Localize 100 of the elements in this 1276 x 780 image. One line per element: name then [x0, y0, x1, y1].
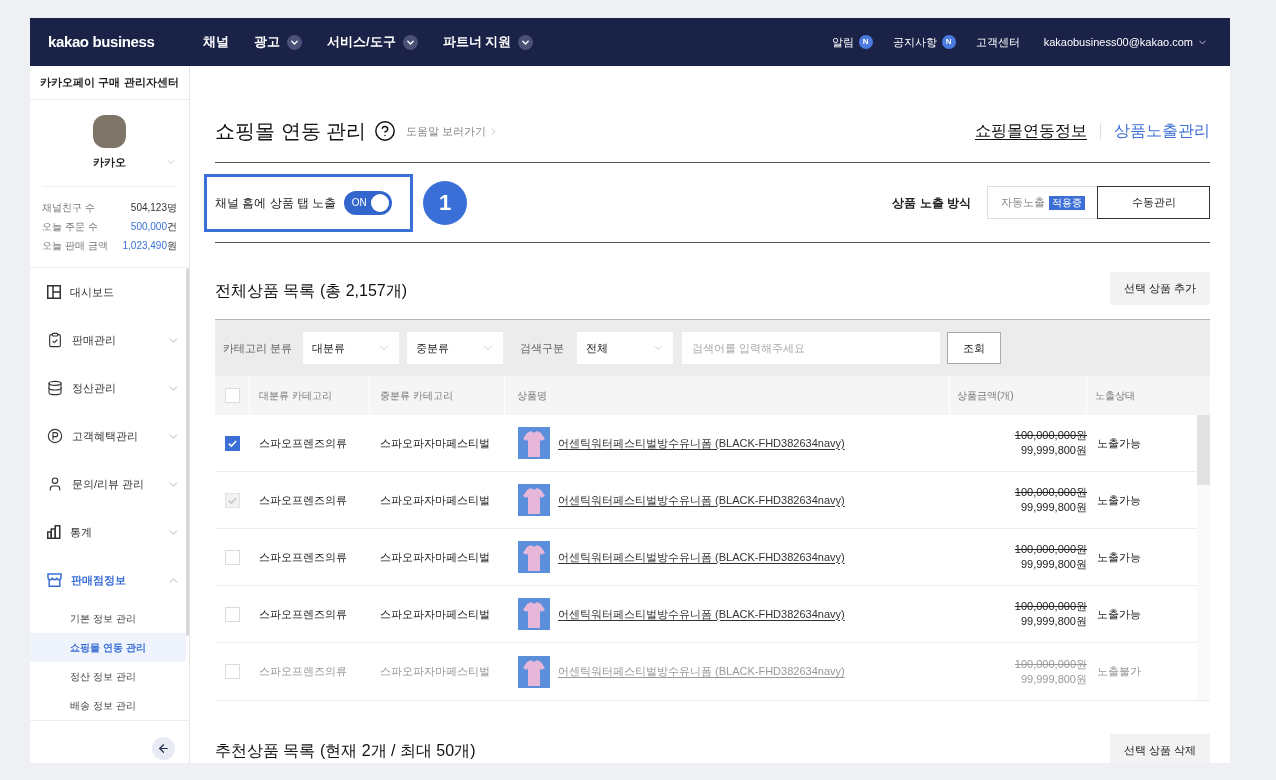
table-cell-text: 스파오프렌즈의류	[258, 492, 348, 508]
filter-label: 카테고리 분류	[223, 340, 294, 356]
column-header: 노출상태	[1095, 389, 1135, 403]
clipboard-check-icon	[47, 332, 63, 348]
search-button[interactable]: 조회	[947, 332, 1001, 364]
sidebar-menu-item[interactable]: 판매점정보	[30, 556, 186, 604]
sidebar-menu-item[interactable]: 정산관리	[30, 364, 186, 412]
logo[interactable]: kakao business	[48, 30, 203, 54]
table-cell-text: 스파오프렌즈의류	[258, 664, 348, 680]
nav-menu[interactable]: 파트너 지원	[442, 32, 534, 52]
tshirt-thumbnail	[518, 484, 550, 516]
sidebar-menu-item[interactable]: 판매관리	[30, 316, 186, 364]
mode-option[interactable]: 자동노출 적용중	[987, 186, 1098, 219]
stat-label: 채널친구 수	[42, 201, 95, 215]
product-link[interactable]: 어센틱워터페스티벌방수유니폼 (BLACK-FHD382634navy)	[558, 548, 845, 566]
user-icon	[47, 476, 63, 492]
sale-price: 99,999,800원	[1020, 500, 1087, 515]
status-cell-text: 노출가능	[1096, 435, 1142, 451]
applied-badge: 적용중	[1048, 195, 1085, 210]
nav-menu[interactable]: 서비스/도구	[327, 32, 418, 52]
table-cell-text: 스파오파자마페스티벌	[379, 606, 491, 622]
account-menu[interactable]: kakaobusiness00@kakao.com	[1043, 33, 1208, 51]
nav-link[interactable]: 고객센터	[975, 33, 1020, 51]
status-cell-text: 노출가능	[1096, 549, 1142, 565]
sale-price: 99,999,800원	[1020, 557, 1087, 572]
delete-selected-button[interactable]: 선택 상품 삭제	[1110, 734, 1210, 763]
stat-value: 504,123명	[130, 201, 177, 215]
toggle-switch[interactable]: ON	[344, 190, 393, 215]
category-select[interactable]: 중분류	[407, 332, 503, 364]
stat-value: 500,000건	[130, 220, 177, 234]
step-number: 1	[423, 180, 467, 225]
profile-name: 카카오	[93, 155, 126, 170]
original-price: 100,000,000원	[1014, 542, 1087, 557]
page-title: 쇼핑몰 연동 관리	[215, 119, 367, 144]
sidebar-menu-item[interactable]: 문의/리뷰 관리	[30, 460, 186, 508]
sidebar-menu-item[interactable]: 통계	[30, 508, 186, 556]
arrow-left-icon	[157, 742, 170, 755]
stat-label: 오늘 판매 금액	[42, 239, 108, 253]
page-tab[interactable]: 상품노출관리	[1114, 119, 1210, 143]
tshirt-thumbnail	[518, 598, 550, 630]
table-cell-text: 스파오파자마페스티벌	[379, 549, 491, 565]
search-field[interactable]: 검색어를 입력해주세요	[682, 332, 940, 364]
product-link[interactable]: 어센틱워터페스티벌방수유니폼 (BLACK-FHD382634navy)	[558, 491, 845, 509]
table-cell-text: 스파오프렌즈의류	[258, 606, 348, 622]
sidebar-submenu-item[interactable]: 기본 정보 관리	[30, 604, 186, 633]
original-price: 100,000,000원	[1014, 428, 1087, 443]
scrollbar-thumb[interactable]	[186, 268, 189, 636]
parking-circle-icon	[47, 428, 63, 444]
sidebar-submenu-item[interactable]: 배송 정보 관리	[30, 691, 186, 720]
stat-label: 오늘 주문 수	[42, 220, 98, 234]
product-link[interactable]: 어센틱워터페스티벌방수유니폼 (BLACK-FHD382634navy)	[558, 434, 845, 452]
store-icon	[47, 573, 62, 587]
toggle-label: 채널 홈에 상품 탭 노출	[215, 194, 337, 212]
mode-label: 상품 노출 방식	[892, 194, 971, 212]
nav-link[interactable]: 알림 N	[831, 33, 873, 51]
status-cell-text: 노출불가	[1096, 664, 1142, 680]
sale-price: 99,999,800원	[1020, 614, 1087, 629]
new-badge: N	[941, 35, 956, 49]
stat-value: 1,023,490원	[122, 239, 177, 253]
table-cell-text: 스파오파자마페스티벌	[379, 664, 491, 680]
layout-grid-icon	[47, 285, 61, 299]
nav-link[interactable]: 공지사항 N	[892, 33, 956, 51]
original-price: 100,000,000원	[1014, 656, 1087, 672]
nav-menu[interactable]: 광고	[254, 32, 302, 52]
sidebar-menu-item[interactable]: 대시보드	[30, 268, 186, 316]
sidebar-title: 카카오페이 구매 관리자센터	[30, 66, 189, 100]
avatar-placeholder	[93, 115, 126, 148]
sidebar-submenu-item[interactable]: 정산 정보 관리	[30, 662, 186, 691]
tshirt-thumbnail	[518, 655, 550, 688]
database-icon	[47, 380, 63, 396]
table-cell-text: 스파오파자마페스티벌	[379, 492, 491, 508]
chevron-down-icon	[402, 34, 418, 50]
tshirt-thumbnail	[518, 541, 550, 573]
column-header: 대분류 카테고리	[259, 389, 332, 403]
sidebar-menu-item[interactable]: 고객혜택관리	[30, 412, 186, 460]
sale-price: 99,999,800원	[1020, 671, 1087, 687]
bar-chart-icon	[47, 525, 61, 539]
section-title: 추천상품 목록 (현재 2개 / 최대 50개)	[215, 740, 476, 761]
table-cell-text: 스파오파자마페스티벌	[379, 435, 491, 451]
new-badge: N	[858, 35, 873, 49]
column-header: 상품명	[517, 389, 547, 403]
add-selected-button[interactable]: 선택 상품 추가	[1110, 272, 1210, 305]
mode-option[interactable]: 수동관리	[1097, 186, 1210, 219]
collapse-sidebar-button[interactable]	[152, 737, 175, 760]
nav-menu[interactable]: 채널	[203, 32, 229, 52]
page-tab[interactable]: 쇼핑몰연동정보	[975, 119, 1087, 143]
chevron-down-icon	[287, 34, 302, 50]
product-link[interactable]: 어센틱워터페스티벌방수유니폼 (BLACK-FHD382634navy)	[558, 605, 845, 623]
sidebar-submenu-item[interactable]: 쇼핑몰 연동 관리	[30, 633, 186, 662]
scrollbar-thumb[interactable]	[1197, 415, 1210, 485]
help-icon[interactable]	[374, 120, 397, 142]
search-type-select[interactable]: 전체	[577, 332, 673, 364]
status-cell-text: 노출가능	[1096, 606, 1142, 622]
category-select[interactable]: 대분류	[303, 332, 399, 364]
table-cell-text: 스파오프렌즈의류	[258, 549, 348, 565]
tshirt-thumbnail	[518, 427, 550, 459]
checkbox[interactable]	[225, 435, 240, 451]
help-link[interactable]: 도움말 보러가기	[406, 122, 500, 140]
status-cell-text: 노출가능	[1096, 492, 1142, 508]
column-header: 중분류 카테고리	[380, 389, 453, 403]
